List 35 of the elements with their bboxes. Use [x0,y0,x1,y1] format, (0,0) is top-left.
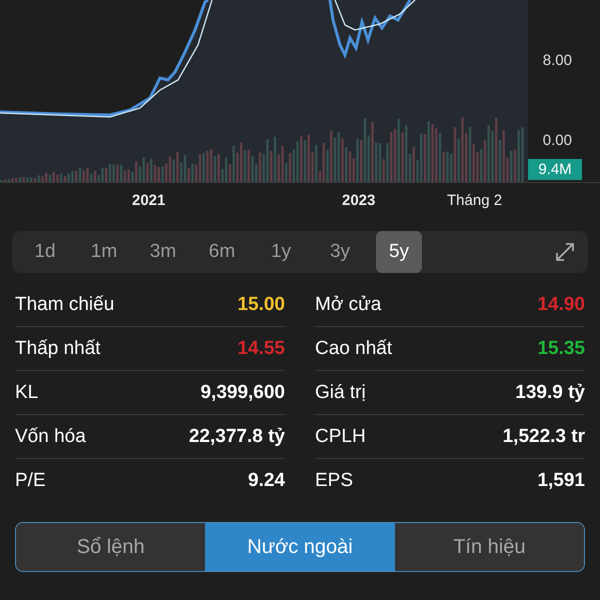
axis-label: 2023 [342,192,376,209]
range-tab[interactable]: 3m [140,231,186,273]
stat-label: Mở cửa [315,294,382,316]
stat-label: EPS [315,470,354,492]
stat-value: 9.24 [248,470,285,492]
stat-value: 22,377.8 tỷ [188,426,285,448]
stat-label: Cao nhất [315,338,392,360]
axis-label: 0.00 [542,132,572,149]
stat-value: 9,399,600 [200,382,285,404]
range-tab[interactable]: 1d [22,231,68,273]
stat-label: CPLH [315,426,366,448]
stat-value: 1,522.3 tr [502,426,585,448]
axis-label: Tháng 2 [447,192,502,209]
stat-label: KL [15,382,38,404]
stat-label: Vốn hóa [15,426,86,448]
stat-value: 15.00 [237,294,285,316]
stat-value: 15.35 [537,338,585,360]
segment-tab[interactable]: Nước ngoài [205,523,395,571]
range-tab[interactable]: 5y [376,231,422,273]
stat-value: 1,591 [537,470,585,492]
axis-label: 8.00 [542,52,572,69]
range-tab[interactable]: 3y [317,231,363,273]
range-tab[interactable]: 1y [258,231,304,273]
range-tab[interactable]: 1m [81,231,127,273]
stat-label: Tham chiếu [15,294,114,316]
stat-value: 139.9 tỷ [515,382,585,404]
range-tab[interactable]: 6m [199,231,245,273]
stat-label: Thấp nhất [15,338,101,360]
expand-icon[interactable] [554,241,576,263]
stat-value: 14.90 [537,294,585,316]
axis-label: 2021 [132,192,166,209]
stat-label: P/E [15,470,46,492]
stat-label: Giá trị [315,382,366,404]
stat-value: 14.55 [237,338,285,360]
volume-badge: 9.4M [528,159,582,180]
